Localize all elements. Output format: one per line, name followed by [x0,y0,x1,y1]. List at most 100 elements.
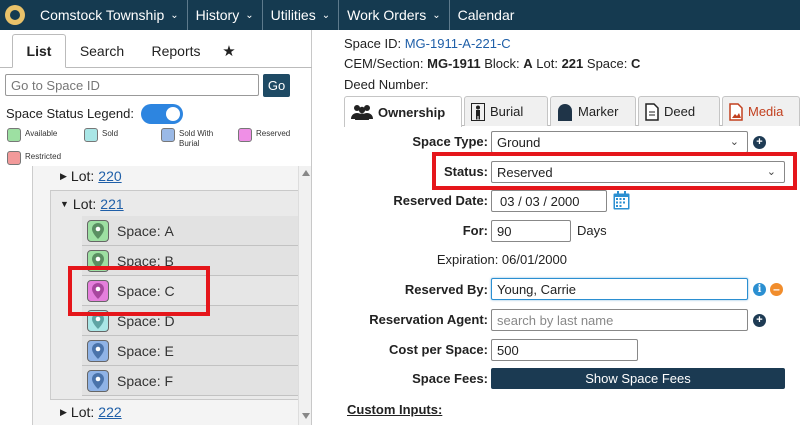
legend-title: Space Status Legend: [6,106,134,121]
tab-favorites-star-icon[interactable]: ★ [218,34,240,68]
space-id-label: Space ID: [344,36,402,51]
caret-down-icon: ▼ [60,199,69,209]
nav-calendar[interactable]: Calendar [450,0,523,30]
chevron-down-icon: ⌄ [432,9,441,21]
space-letter: E [164,342,174,359]
caret-right-icon: ▶ [60,406,67,417]
space-letter: F [164,372,174,389]
lot-220-link[interactable]: 220 [98,168,121,184]
legend-swatch [7,128,21,142]
add-agent-icon[interactable]: + [753,314,766,327]
goto-space-id-input[interactable]: Go to Space ID [5,74,259,96]
tree-lot-220[interactable]: ▶ Lot: 220 [60,162,122,190]
person-box-icon [471,102,485,121]
tab-media[interactable]: Media [722,96,800,126]
nav-work-orders-menu[interactable]: Work Orders ⌄ [339,0,450,30]
nav-history-label: History [195,7,240,23]
map-pin-icon [87,339,109,362]
custom-inputs-link[interactable]: Custom Inputs: [347,402,442,417]
nav-utilities-menu[interactable]: Utilities ⌄ [263,0,340,30]
cem-label: CEM/Section: [344,56,424,71]
for-unit: Days [577,223,607,238]
tree-lot-221[interactable]: ▼ Lot: 221 [60,190,124,218]
chevron-down-icon: ⌄ [729,136,739,148]
tab-list[interactable]: List [12,34,66,68]
space-type-label: Space Type: [412,134,488,149]
map-pin-icon [87,219,109,242]
tree-scrollbar[interactable] [298,166,311,425]
lot-prefix: Lot: [70,168,95,184]
map-pin-icon [87,369,109,392]
legend-label: Sold With Burial [179,129,214,148]
legend-sold-with-burial: Sold With Burial [161,128,223,149]
legend-sold: Sold [84,128,118,142]
tab-deed[interactable]: Deed [638,96,720,126]
top-nav-bar: Comstock Township ⌄ History ⌄ Utilities … [0,0,800,30]
show-space-fees-button[interactable]: Show Space Fees [491,368,785,389]
scroll-up-icon[interactable] [302,170,310,176]
space-type-select[interactable]: Ground ⌄ [491,131,748,153]
block-value: A [523,56,533,71]
reservation-agent-input[interactable]: search by last name [491,309,748,331]
cem-section-line: CEM/Section: MG-1911 Block: A Lot: 221 S… [344,56,640,71]
tab-marker[interactable]: Marker [550,96,636,126]
tree-lot-222[interactable]: ▶ Lot: 222 [60,398,122,425]
tree-space-e[interactable]: Space: E [82,336,298,366]
scroll-down-icon[interactable] [302,413,310,419]
tab-search[interactable]: Search [70,34,134,68]
legend-available: Available [7,128,57,142]
nav-township-menu[interactable]: Comstock Township ⌄ [32,0,188,30]
lot-221-link[interactable]: 221 [100,196,123,212]
legend-restricted: Restricted [7,151,61,165]
add-space-type-icon[interactable]: + [753,136,766,149]
cem-value: MG-1911 [427,56,481,71]
cost-per-space-input[interactable]: 500 [491,339,638,361]
headstone-icon [557,103,573,121]
app-logo-icon [5,5,25,25]
highlight-box-status [432,152,797,190]
record-tabs: Ownership Burial Marker Deed Media [344,96,800,127]
tree-space-a[interactable]: Space: A [82,216,298,246]
highlight-box-space-c [68,266,210,316]
tab-reports[interactable]: Reports [140,34,212,68]
legend-label: Restricted [25,152,62,161]
reserved-by-label: Reserved By: [404,282,488,297]
right-panel: Space ID: MG-1911-A-221-C CEM/Section: M… [313,30,800,425]
reserved-date-input[interactable]: 03 / 03 / 2000 [491,190,607,212]
space-value: C [631,56,641,71]
lot-label: Lot: [536,56,558,71]
space-id-value: MG-1911-A-221-C [404,36,511,51]
space-letter: A [164,222,174,239]
legend-swatch [238,128,252,142]
info-icon[interactable]: i [753,283,766,296]
tab-burial-label: Burial [490,104,524,119]
document-icon [645,102,659,121]
tab-media-label: Media [748,104,784,119]
lot-value: 221 [561,56,584,71]
nav-utilities-label: Utilities [270,7,316,23]
space-prefix: Space: [117,342,161,359]
remove-owner-icon[interactable]: – [770,283,783,296]
calendar-icon[interactable] [613,191,630,215]
legend-swatch [84,128,98,142]
reservation-agent-label: Reservation Agent: [369,312,488,327]
nav-township-label: Comstock Township [40,7,165,23]
tab-burial[interactable]: Burial [464,96,548,126]
lot-prefix: Lot: [72,196,97,212]
lot-prefix: Lot: [70,404,95,420]
legend-toggle[interactable] [141,104,183,124]
space-type-value: Ground [497,134,541,150]
legend-swatch [161,128,175,142]
reserved-by-input[interactable]: Young, Carrie [491,278,748,300]
tree-space-f[interactable]: Space: F [82,366,298,396]
reserved-date-label: Reserved Date: [393,193,488,208]
go-button[interactable]: Go [263,74,290,97]
people-icon [351,104,373,120]
block-label: Block: [484,56,520,71]
lot-222-link[interactable]: 222 [98,404,121,420]
tab-ownership[interactable]: Ownership [344,96,462,127]
for-days-input[interactable]: 90 [491,220,571,242]
space-prefix: Space: [117,222,161,239]
nav-history-menu[interactable]: History ⌄ [188,0,263,30]
chevron-down-icon: ⌄ [245,9,254,21]
